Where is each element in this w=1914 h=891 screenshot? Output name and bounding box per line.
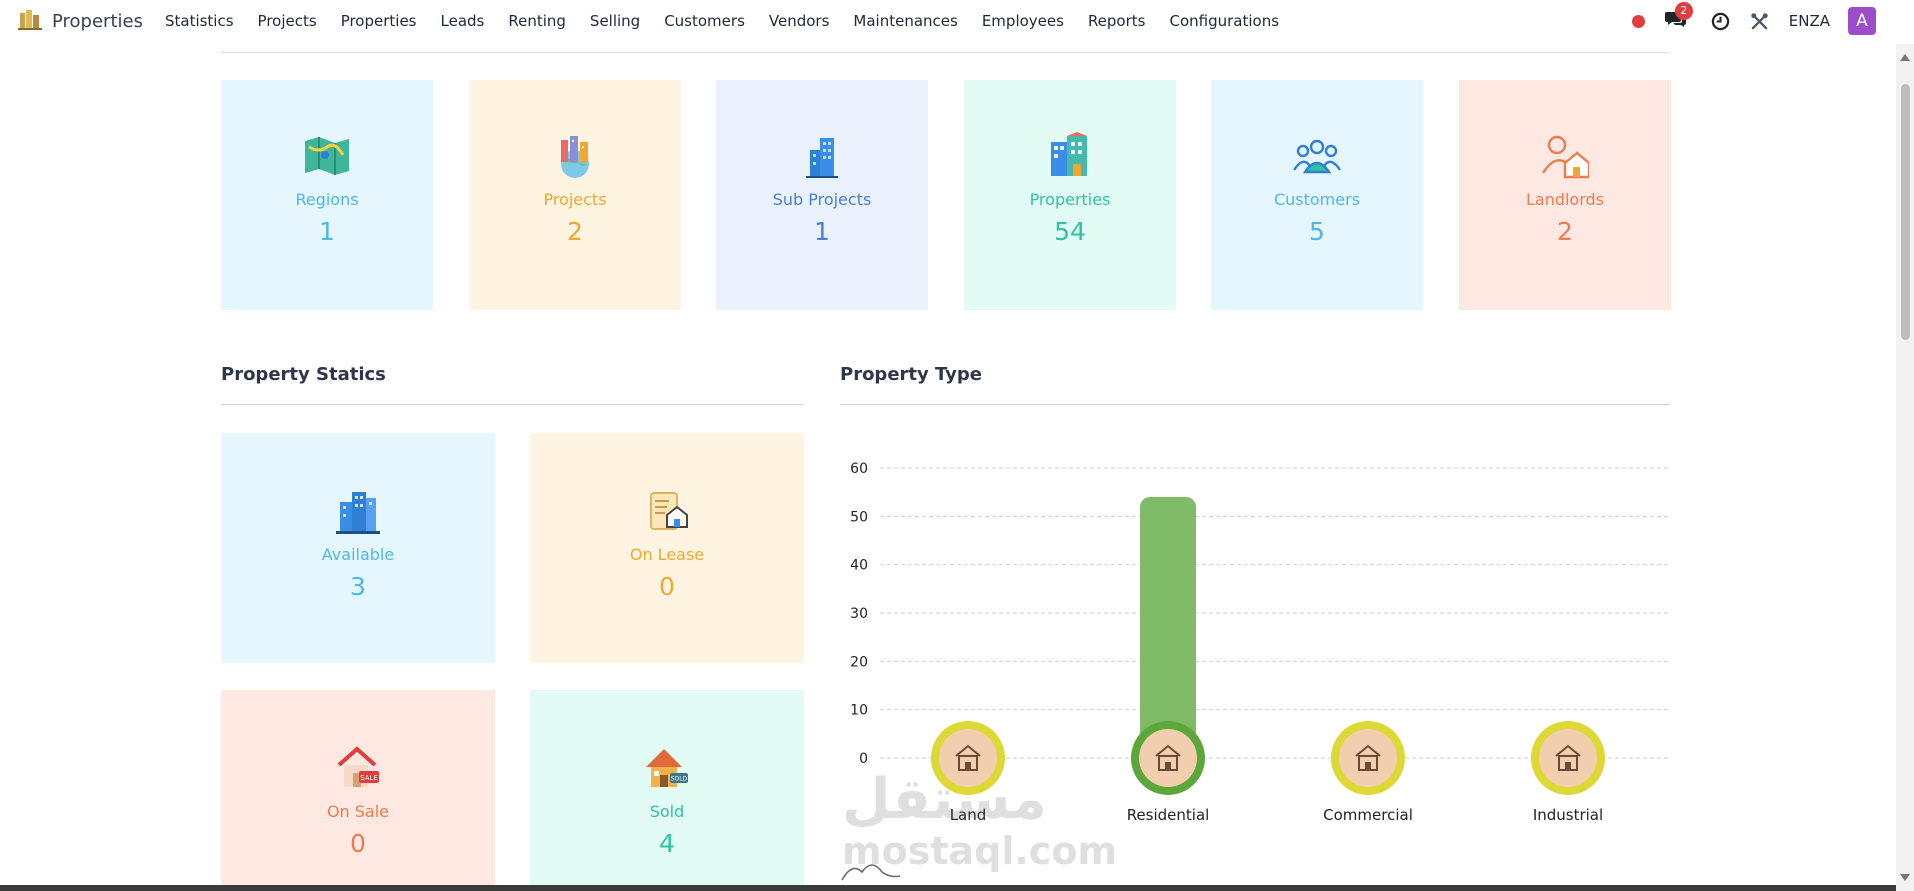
status-card-on-sale[interactable]: SALE On Sale 0 bbox=[221, 690, 495, 885]
y-tick-label: 0 bbox=[859, 751, 868, 767]
customers-icon bbox=[1291, 130, 1343, 182]
menu-item-maintenances[interactable]: Maintenances bbox=[853, 12, 957, 30]
y-tick-label: 40 bbox=[850, 558, 868, 574]
app-title: Properties bbox=[52, 10, 143, 32]
sold-icon: SOLD bbox=[641, 742, 693, 794]
kpi-tile-customers[interactable]: Customers 5 bbox=[1211, 80, 1423, 310]
main-menu: Statistics Projects Properties Leads Renting… bbox=[165, 12, 1303, 30]
menu-item-properties[interactable]: Properties bbox=[341, 12, 417, 30]
property-statics-divider bbox=[221, 404, 804, 405]
chat-count-badge: 2 bbox=[1674, 2, 1693, 20]
app-brand[interactable]: Properties bbox=[18, 8, 143, 34]
tower-icon bbox=[796, 130, 848, 182]
menu-item-renting[interactable]: Renting bbox=[508, 12, 566, 30]
y-tick-label: 60 bbox=[850, 461, 868, 477]
menu-item-configurations[interactable]: Configurations bbox=[1169, 12, 1279, 30]
messages-button[interactable]: 2 bbox=[1664, 2, 1693, 32]
svg-text:SALE: SALE bbox=[360, 774, 378, 782]
y-tick-label: 10 bbox=[850, 703, 868, 719]
scroll-thumb[interactable] bbox=[1901, 84, 1910, 340]
kpi-tile-regions[interactable]: Regions 1 bbox=[221, 80, 433, 310]
kpi-label: Projects bbox=[543, 190, 607, 209]
kpi-tile-properties[interactable]: Properties 54 bbox=[964, 80, 1176, 310]
menu-item-selling[interactable]: Selling bbox=[590, 12, 640, 30]
svg-text:SOLD: SOLD bbox=[671, 776, 688, 783]
map-icon bbox=[301, 130, 353, 182]
kpi-label: Customers bbox=[1273, 190, 1361, 209]
watermark-latin: mostaql.com bbox=[842, 829, 1118, 873]
status-value: 0 bbox=[350, 829, 366, 858]
x-category-label: Industrial bbox=[1533, 806, 1603, 824]
menu-item-leads[interactable]: Leads bbox=[441, 12, 485, 30]
menu-item-customers[interactable]: Customers bbox=[664, 12, 745, 30]
status-value: 3 bbox=[350, 572, 366, 601]
scroll-up-arrow-icon[interactable] bbox=[1900, 54, 1910, 61]
y-tick-label: 30 bbox=[850, 606, 868, 622]
bar-residential[interactable] bbox=[1140, 497, 1196, 758]
buildings-icon bbox=[1044, 130, 1096, 182]
status-label: On Sale bbox=[326, 802, 390, 821]
kpi-value: 1 bbox=[814, 217, 830, 246]
kpi-value: 54 bbox=[1054, 217, 1086, 246]
status-label: Available bbox=[321, 545, 395, 564]
watermark: مستقل mostaql.com bbox=[842, 767, 1118, 873]
activity-clock-button[interactable] bbox=[1711, 12, 1730, 31]
x-category-label: Residential bbox=[1127, 806, 1210, 824]
property-type-divider bbox=[840, 404, 1670, 405]
menu-item-statistics[interactable]: Statistics bbox=[165, 12, 234, 30]
kpi-value: 5 bbox=[1309, 217, 1325, 246]
tools-icon bbox=[1751, 12, 1768, 29]
status-card-available[interactable]: Available 3 bbox=[221, 433, 495, 663]
kpi-label: Properties bbox=[1029, 190, 1111, 209]
page-scrollbar[interactable] bbox=[1896, 44, 1914, 891]
debug-tools-button[interactable] bbox=[1750, 12, 1769, 31]
y-tick-label: 50 bbox=[850, 509, 868, 525]
kpi-label: Regions bbox=[295, 190, 359, 209]
category-marker-residential-icon bbox=[1139, 729, 1197, 787]
kpi-tile-sub-projects[interactable]: Sub Projects 1 bbox=[716, 80, 928, 310]
category-marker-commercial-icon bbox=[1339, 729, 1397, 787]
navbar-systray: 2 ENZA A bbox=[1631, 0, 1876, 42]
app-logo-icon bbox=[18, 8, 42, 34]
menu-item-employees[interactable]: Employees bbox=[982, 12, 1064, 30]
status-label: Sold bbox=[649, 802, 685, 821]
company-switcher[interactable]: ENZA bbox=[1789, 12, 1830, 30]
menu-item-vendors[interactable]: Vendors bbox=[769, 12, 830, 30]
kpi-tile-landlords[interactable]: Landlords 2 bbox=[1459, 80, 1671, 310]
menu-item-projects[interactable]: Projects bbox=[258, 12, 317, 30]
status-value: 4 bbox=[659, 829, 675, 858]
status-card-on-lease[interactable]: On Lease 0 bbox=[530, 433, 804, 663]
kpi-label: Landlords bbox=[1525, 190, 1605, 209]
clock-icon bbox=[1711, 12, 1729, 30]
top-navbar: Properties Statistics Projects Properties L… bbox=[0, 0, 1880, 42]
menu-item-reports[interactable]: Reports bbox=[1088, 12, 1146, 30]
landlord-icon bbox=[1539, 130, 1591, 182]
user-avatar[interactable]: A bbox=[1848, 7, 1876, 35]
window-bottom-edge bbox=[0, 885, 1896, 891]
kpi-label: Sub Projects bbox=[772, 190, 872, 209]
sale-icon: SALE bbox=[332, 742, 384, 794]
city-globe-icon bbox=[549, 130, 601, 182]
header-divider bbox=[221, 52, 1670, 53]
status-label: On Lease bbox=[629, 545, 705, 564]
watermark-arabic: مستقل bbox=[842, 767, 1047, 832]
kpi-value: 2 bbox=[1557, 217, 1573, 246]
x-category-label: Commercial bbox=[1323, 806, 1413, 824]
kpi-tile-projects[interactable]: Projects 2 bbox=[469, 80, 681, 310]
status-card-sold[interactable]: SOLD Sold 4 bbox=[530, 690, 804, 885]
kpi-value: 1 bbox=[319, 217, 335, 246]
kpi-value: 2 bbox=[567, 217, 583, 246]
property-type-title: Property Type bbox=[840, 364, 982, 385]
available-building-icon bbox=[332, 485, 384, 537]
property-statics-title: Property Statics bbox=[221, 364, 386, 385]
lease-icon bbox=[641, 485, 693, 537]
scroll-down-arrow-icon[interactable] bbox=[1900, 874, 1910, 881]
status-value: 0 bbox=[659, 572, 675, 601]
y-tick-label: 20 bbox=[850, 654, 868, 670]
category-marker-industrial-icon bbox=[1539, 729, 1597, 787]
recording-indicator-icon[interactable] bbox=[1631, 14, 1645, 28]
